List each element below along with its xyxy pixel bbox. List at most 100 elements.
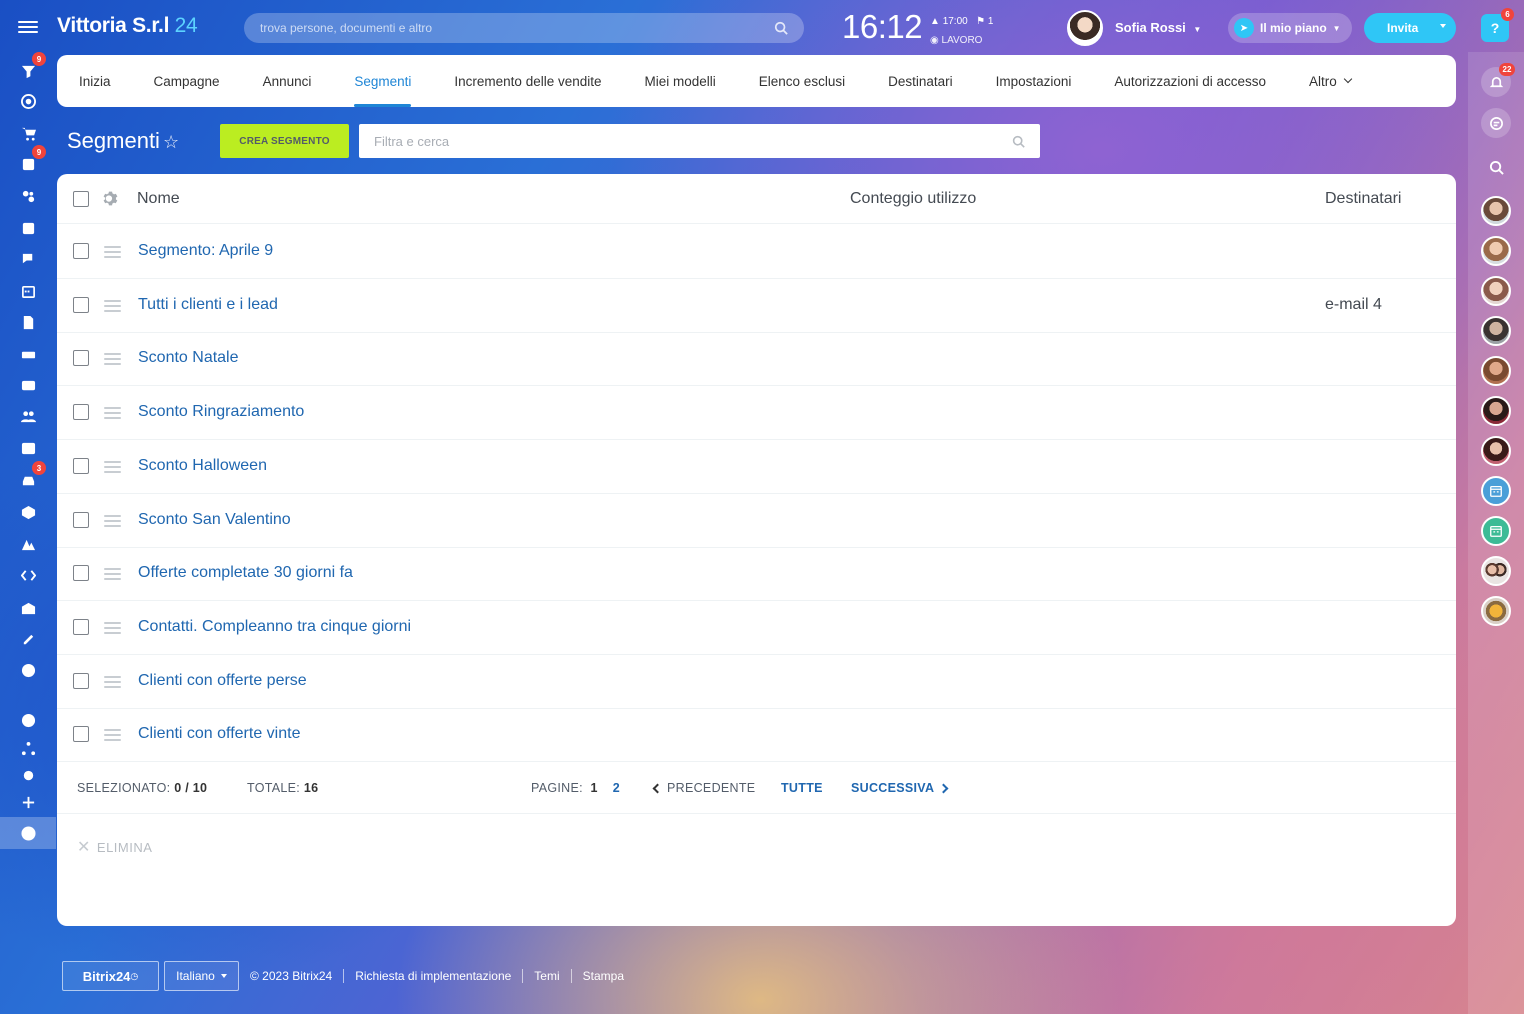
column-header-recipients[interactable]: Destinatari [1325,190,1401,208]
implementation-request-link[interactable]: Richiesta di implementazione [355,969,511,983]
row-checkbox[interactable] [73,350,89,367]
drag-handle-icon[interactable] [104,568,121,581]
calendar-icon[interactable] [14,279,42,303]
crm-icon[interactable] [14,184,42,208]
tab-elenco-esclusi[interactable]: Elenco esclusi [759,55,845,107]
calendar-event-icon[interactable] [1481,476,1511,506]
row-checkbox[interactable] [73,565,89,582]
clock[interactable]: 16:12 [842,8,923,46]
select-all-checkbox[interactable] [73,191,89,207]
drag-handle-icon[interactable] [104,621,121,634]
user-menu[interactable]: Sofia Rossi ▼ [1115,20,1201,35]
tab-campagne[interactable]: Campagne [154,55,220,107]
segment-name-link[interactable]: Sconto Ringraziamento [138,403,304,421]
row-checkbox[interactable] [73,296,89,313]
contact-avatar[interactable] [1481,356,1511,386]
tasks-icon[interactable]: 9 [14,145,46,176]
crown-icon[interactable] [14,821,42,845]
contact-avatar[interactable] [1481,276,1511,306]
box-icon[interactable] [14,500,42,524]
contact-avatar[interactable] [1481,236,1511,266]
table-row[interactable]: Sconto Ringraziamento [57,386,1456,441]
chat-icon[interactable] [14,247,42,271]
sidebar-search-icon[interactable] [1481,152,1511,182]
segment-name-link[interactable]: Clienti con offerte perse [138,672,307,690]
tab-destinatari[interactable]: Destinatari [888,55,953,107]
table-row[interactable]: Clienti con offerte vinte [57,708,1456,763]
global-search-input[interactable]: trova persone, documenti e altro [244,13,804,43]
segment-name-link[interactable]: Contatti. Compleanno tra cinque giorni [138,618,411,636]
calendar-event-icon[interactable] [1481,516,1511,546]
brand-logo[interactable]: Vittoria S.r.l 24 [57,14,198,38]
contact-center-icon[interactable] [14,436,42,460]
tab-miei-modelli[interactable]: Miei modelli [645,55,716,107]
bitrix24-logo-button[interactable]: Bitrix24 ◷ [62,961,159,991]
clock-meta[interactable]: ▲ 17:00 ⚑ 1 ◉ LAVORO [930,12,993,50]
sign-icon[interactable] [14,627,42,651]
contact-avatar[interactable] [1481,436,1511,466]
row-checkbox[interactable] [73,618,89,635]
table-row[interactable]: Sconto San Valentino [57,494,1456,548]
notifications-bell-icon[interactable]: 22 [1481,63,1515,97]
drag-handle-icon[interactable] [104,514,121,527]
row-checkbox[interactable] [73,243,89,259]
column-header-name[interactable]: Nome [137,190,180,208]
print-link[interactable]: Stampa [583,969,624,983]
row-checkbox[interactable] [73,726,89,743]
menu-burger-icon[interactable] [18,18,38,36]
star-icon[interactable]: ☆ [163,132,179,152]
table-row[interactable]: Sconto Natale [57,332,1456,387]
filter-search-input[interactable]: Filtra e cerca [359,124,1040,158]
page-link-2[interactable]: 2 [613,781,620,795]
table-row[interactable]: Tutti i clienti e i lead e-mail 4 [57,279,1456,333]
contact-avatar[interactable] [1481,316,1511,346]
segment-name-link[interactable]: Tutti i clienti e i lead [138,296,278,314]
group-avatar[interactable] [1481,556,1511,586]
car-icon[interactable]: 3 [14,461,46,492]
contact-avatar[interactable] [1481,596,1511,626]
create-segment-button[interactable]: CREA SEGMENTO [220,124,349,158]
drag-handle-icon[interactable] [104,407,121,420]
themes-link[interactable]: Temi [534,969,559,983]
cart-icon[interactable] [14,121,42,145]
tab-altro[interactable]: Altro [1309,55,1352,107]
table-row[interactable]: Offerte completate 30 giorni fa [57,547,1456,602]
drive-icon[interactable] [14,342,42,366]
table-row[interactable]: Segmento: Aprile 9 [57,225,1456,279]
table-row[interactable]: Clienti con offerte perse [57,655,1456,709]
column-header-usage[interactable]: Conteggio utilizzo [850,190,976,208]
tab-autorizzazioni-di-accesso[interactable]: Autorizzazioni di accesso [1114,55,1266,107]
document-icon[interactable] [14,310,42,334]
employees-icon[interactable] [14,404,42,428]
next-page-button[interactable]: SUCCESSIVA [851,781,949,795]
contact-avatar[interactable] [1481,396,1511,426]
segment-name-link[interactable]: Sconto Natale [138,349,239,367]
drag-handle-icon[interactable] [104,353,121,366]
chat-bubble-icon[interactable] [1481,108,1511,138]
segment-name-link[interactable]: Sconto San Valentino [138,511,291,529]
help-button[interactable]: ? 6 [1481,8,1514,42]
row-checkbox[interactable] [73,672,89,689]
row-checkbox[interactable] [73,404,89,421]
drag-handle-icon[interactable] [104,729,121,742]
company-icon[interactable] [14,596,42,620]
invite-button[interactable]: Invita [1364,13,1456,43]
add-icon[interactable] [14,790,42,814]
tab-impostazioni[interactable]: Impostazioni [996,55,1072,107]
tab-annunci[interactable]: Annunci [263,55,312,107]
filter-icon[interactable]: 9 [14,52,46,83]
help-icon[interactable] [14,708,42,732]
drag-handle-icon[interactable] [104,299,121,312]
table-row[interactable]: Contatti. Compleanno tra cinque giorni [57,601,1456,655]
segment-name-link[interactable]: Clienti con offerte vinte [138,725,300,743]
contact-avatar[interactable] [1481,196,1511,226]
drag-handle-icon[interactable] [104,675,121,688]
row-checkbox[interactable] [73,457,89,474]
delete-button[interactable]: ✕ ELIMINA [77,837,152,857]
gear-icon[interactable] [102,190,119,207]
my-plan-button[interactable]: ➤ Il mio piano ▼ [1228,13,1352,43]
settings-icon[interactable] [14,763,42,787]
language-select[interactable]: Italiano [164,961,239,991]
user-avatar[interactable] [1067,10,1103,46]
mail-icon[interactable] [14,373,42,397]
